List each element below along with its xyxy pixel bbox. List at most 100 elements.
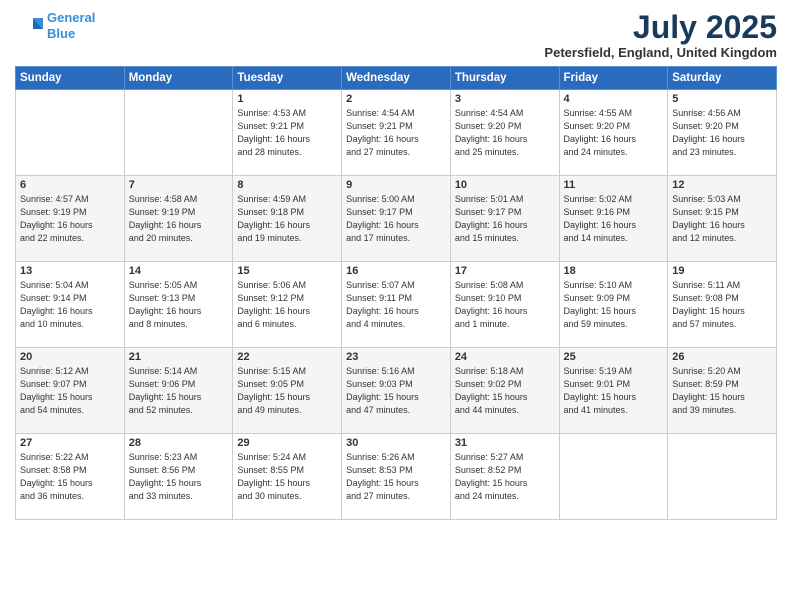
day-number: 18 — [564, 265, 664, 277]
day-number: 14 — [129, 265, 229, 277]
day-number: 24 — [455, 351, 555, 363]
day-number: 23 — [346, 351, 446, 363]
calendar-cell: 4Sunrise: 4:55 AM Sunset: 9:20 PM Daylig… — [559, 90, 668, 176]
logo-text: General Blue — [47, 10, 95, 41]
calendar-cell: 20 Sunrise: 5:12 AM Sunset: 9:07 PM Dayli… — [16, 348, 125, 434]
calendar-cell: 10 Sunrise: 5:01 AM Sunset: 9:17 PM Dayli… — [450, 176, 559, 262]
day-number: 1 — [237, 93, 337, 105]
calendar-cell: 15 Sunrise: 5:06 AM Sunset: 9:12 PM Dayli… — [233, 262, 342, 348]
day-number: 9 — [346, 179, 446, 191]
day-info: Sunrise: 5:12 AM Sunset: 9:07 PM Dayligh… — [20, 365, 120, 417]
logo-icon — [15, 15, 43, 37]
day-number: 8 — [237, 179, 337, 191]
day-info: Sunrise: 5:22 AM Sunset: 8:58 PM Dayligh… — [20, 451, 120, 503]
day-info: Sunrise: 5:18 AM Sunset: 9:02 PM Dayligh… — [455, 365, 555, 417]
day-number: 20 — [20, 351, 120, 363]
day-info: Sunrise: 5:19 AM Sunset: 9:01 PM Dayligh… — [564, 365, 664, 417]
day-info: Sunrise: 5:08 AM Sunset: 9:10 PM Dayligh… — [455, 279, 555, 331]
day-info: Sunrise: 5:02 AM Sunset: 9:16 PM Dayligh… — [564, 193, 664, 245]
calendar-cell: 9 Sunrise: 5:00 AM Sunset: 9:17 PM Daylig… — [342, 176, 451, 262]
day-number: 11 — [564, 179, 664, 191]
calendar-week-2: 6Sunrise: 4:57 AM Sunset: 9:19 PM Daylig… — [16, 176, 777, 262]
header-sunday: Sunday — [16, 67, 125, 90]
month-title: July 2025 — [544, 10, 777, 45]
calendar-cell: 28Sunrise: 5:23 AM Sunset: 8:56 PM Dayli… — [124, 434, 233, 520]
calendar-cell: 19 Sunrise: 5:11 AM Sunset: 9:08 PM Dayli… — [668, 262, 777, 348]
day-info: Sunrise: 4:54 AM Sunset: 9:20 PM Dayligh… — [455, 107, 555, 159]
header: General Blue July 2025 Petersfield, Engl… — [15, 10, 777, 60]
header-friday: Friday — [559, 67, 668, 90]
calendar-cell: 11 Sunrise: 5:02 AM Sunset: 9:16 PM Dayli… — [559, 176, 668, 262]
location: Petersfield, England, United Kingdom — [544, 45, 777, 60]
calendar-cell — [559, 434, 668, 520]
day-info: Sunrise: 5:16 AM Sunset: 9:03 PM Dayligh… — [346, 365, 446, 417]
day-number: 16 — [346, 265, 446, 277]
day-info: Sunrise: 4:59 AM Sunset: 9:18 PM Dayligh… — [237, 193, 337, 245]
day-info: Sunrise: 5:07 AM Sunset: 9:11 PM Dayligh… — [346, 279, 446, 331]
calendar-cell: 12 Sunrise: 5:03 AM Sunset: 9:15 PM Dayli… — [668, 176, 777, 262]
logo: General Blue — [15, 10, 95, 41]
day-number: 10 — [455, 179, 555, 191]
header-thursday: Thursday — [450, 67, 559, 90]
day-number: 15 — [237, 265, 337, 277]
day-number: 27 — [20, 437, 120, 449]
day-info: Sunrise: 4:54 AM Sunset: 9:21 PM Dayligh… — [346, 107, 446, 159]
day-info: Sunrise: 5:06 AM Sunset: 9:12 PM Dayligh… — [237, 279, 337, 331]
calendar-cell: 30 Sunrise: 5:26 AM Sunset: 8:53 PM Dayli… — [342, 434, 451, 520]
calendar-week-3: 13Sunrise: 5:04 AM Sunset: 9:14 PM Dayli… — [16, 262, 777, 348]
day-info: Sunrise: 5:00 AM Sunset: 9:17 PM Dayligh… — [346, 193, 446, 245]
calendar-header-row: Sunday Monday Tuesday Wednesday Thursday… — [16, 67, 777, 90]
header-monday: Monday — [124, 67, 233, 90]
calendar-cell: 14 Sunrise: 5:05 AM Sunset: 9:13 PM Dayli… — [124, 262, 233, 348]
calendar-cell: 29 Sunrise: 5:24 AM Sunset: 8:55 PM Dayli… — [233, 434, 342, 520]
day-info: Sunrise: 4:58 AM Sunset: 9:19 PM Dayligh… — [129, 193, 229, 245]
day-number: 29 — [237, 437, 337, 449]
calendar-cell — [124, 90, 233, 176]
day-info: Sunrise: 5:26 AM Sunset: 8:53 PM Dayligh… — [346, 451, 446, 503]
day-number: 17 — [455, 265, 555, 277]
logo-line2: Blue — [47, 26, 75, 41]
day-number: 7 — [129, 179, 229, 191]
day-info: Sunrise: 5:04 AM Sunset: 9:14 PM Dayligh… — [20, 279, 120, 331]
day-number: 19 — [672, 265, 772, 277]
calendar-cell — [16, 90, 125, 176]
calendar-week-5: 27 Sunrise: 5:22 AM Sunset: 8:58 PM Dayli… — [16, 434, 777, 520]
calendar-cell: 2Sunrise: 4:54 AM Sunset: 9:21 PM Daylig… — [342, 90, 451, 176]
day-number: 30 — [346, 437, 446, 449]
day-info: Sunrise: 5:03 AM Sunset: 9:15 PM Dayligh… — [672, 193, 772, 245]
day-number: 5 — [672, 93, 772, 105]
day-number: 26 — [672, 351, 772, 363]
calendar-cell: 16 Sunrise: 5:07 AM Sunset: 9:11 PM Dayli… — [342, 262, 451, 348]
calendar-cell: 23 Sunrise: 5:16 AM Sunset: 9:03 PM Dayli… — [342, 348, 451, 434]
calendar-week-4: 20 Sunrise: 5:12 AM Sunset: 9:07 PM Dayli… — [16, 348, 777, 434]
day-info: Sunrise: 5:20 AM Sunset: 8:59 PM Dayligh… — [672, 365, 772, 417]
day-info: Sunrise: 5:15 AM Sunset: 9:05 PM Dayligh… — [237, 365, 337, 417]
day-info: Sunrise: 5:14 AM Sunset: 9:06 PM Dayligh… — [129, 365, 229, 417]
day-number: 31 — [455, 437, 555, 449]
day-info: Sunrise: 5:01 AM Sunset: 9:17 PM Dayligh… — [455, 193, 555, 245]
calendar-cell: 5 Sunrise: 4:56 AM Sunset: 9:20 PM Daylig… — [668, 90, 777, 176]
day-info: Sunrise: 5:11 AM Sunset: 9:08 PM Dayligh… — [672, 279, 772, 331]
day-number: 12 — [672, 179, 772, 191]
day-number: 4 — [564, 93, 664, 105]
calendar-cell: 3 Sunrise: 4:54 AM Sunset: 9:20 PM Daylig… — [450, 90, 559, 176]
calendar-cell: 6Sunrise: 4:57 AM Sunset: 9:19 PM Daylig… — [16, 176, 125, 262]
calendar-cell: 31 Sunrise: 5:27 AM Sunset: 8:52 PM Dayli… — [450, 434, 559, 520]
day-info: Sunrise: 5:05 AM Sunset: 9:13 PM Dayligh… — [129, 279, 229, 331]
page: General Blue July 2025 Petersfield, Engl… — [0, 0, 792, 612]
calendar-cell: 8 Sunrise: 4:59 AM Sunset: 9:18 PM Daylig… — [233, 176, 342, 262]
day-number: 28 — [129, 437, 229, 449]
calendar-cell: 21Sunrise: 5:14 AM Sunset: 9:06 PM Dayli… — [124, 348, 233, 434]
calendar-cell: 17 Sunrise: 5:08 AM Sunset: 9:10 PM Dayli… — [450, 262, 559, 348]
calendar-cell: 18 Sunrise: 5:10 AM Sunset: 9:09 PM Dayli… — [559, 262, 668, 348]
day-number: 3 — [455, 93, 555, 105]
day-info: Sunrise: 5:27 AM Sunset: 8:52 PM Dayligh… — [455, 451, 555, 503]
day-number: 25 — [564, 351, 664, 363]
day-info: Sunrise: 4:56 AM Sunset: 9:20 PM Dayligh… — [672, 107, 772, 159]
calendar-cell: 26 Sunrise: 5:20 AM Sunset: 8:59 PM Dayli… — [668, 348, 777, 434]
logo-line1: General — [47, 10, 95, 25]
day-info: Sunrise: 5:24 AM Sunset: 8:55 PM Dayligh… — [237, 451, 337, 503]
header-saturday: Saturday — [668, 67, 777, 90]
day-info: Sunrise: 5:10 AM Sunset: 9:09 PM Dayligh… — [564, 279, 664, 331]
header-tuesday: Tuesday — [233, 67, 342, 90]
